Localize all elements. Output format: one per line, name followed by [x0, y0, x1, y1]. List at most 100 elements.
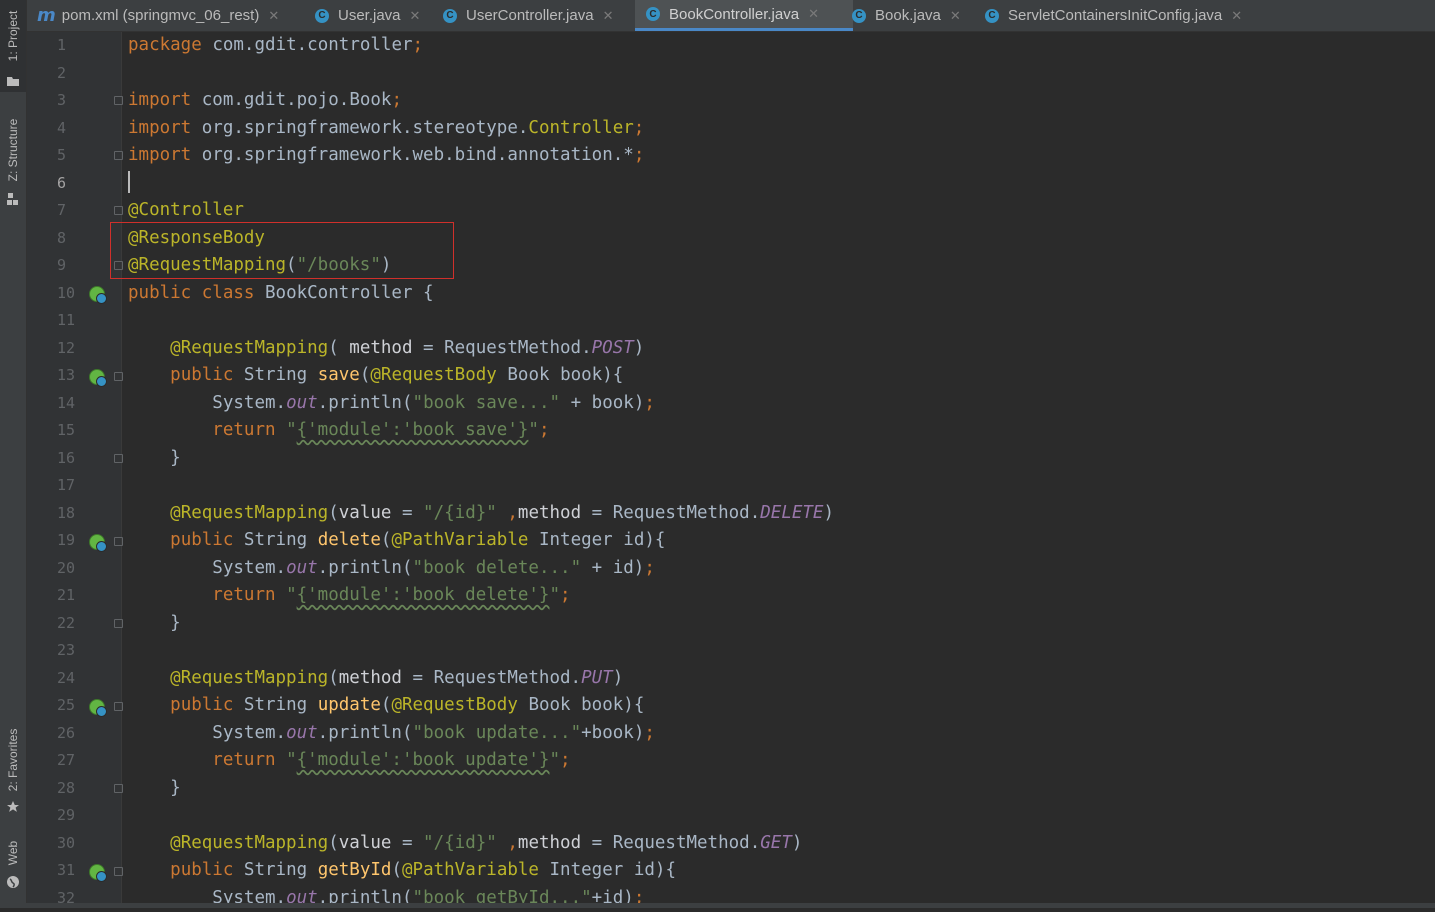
gutter-separator — [121, 32, 122, 908]
class-icon: C — [646, 7, 660, 21]
line-number: 7 — [57, 201, 67, 219]
code-line[interactable]: import org.springframework.stereotype.Co… — [128, 115, 644, 142]
line-number: 5 — [57, 146, 67, 164]
code-line[interactable]: public String getById(@PathVariable Inte… — [128, 857, 676, 884]
line-number: 2 — [57, 63, 67, 82]
line-number: 13 — [57, 366, 76, 384]
code-line[interactable]: return "{'module':'book update'}"; — [128, 747, 570, 774]
line-number: 14 — [57, 393, 76, 412]
line-number: 11 — [57, 311, 76, 329]
code-line[interactable]: package com.gdit.controller; — [128, 32, 423, 59]
line-number: 17 — [57, 476, 76, 494]
fold-marker-icon[interactable] — [114, 206, 123, 215]
project-tool-button[interactable]: 1: Project — [0, 0, 26, 92]
tool-window-stripe: 1: Project Z: Structure 2: Favorites Web — [0, 0, 27, 908]
code-line[interactable]: public String update(@RequestBody Book b… — [128, 692, 644, 719]
code-line[interactable]: return "{'module':'book save'}"; — [128, 417, 549, 444]
highlight-annotation-box — [110, 222, 454, 279]
line-number: 9 — [57, 256, 67, 274]
fold-marker-icon[interactable] — [114, 537, 123, 546]
line-number: 15 — [57, 421, 76, 439]
favorites-tool-label: 2: Favorites — [6, 728, 20, 792]
spring-request-mapping-icon[interactable] — [89, 534, 107, 552]
close-icon[interactable]: ✕ — [808, 6, 819, 22]
class-icon: C — [443, 8, 457, 23]
code-line[interactable]: System.out.println("book delete..." + id… — [128, 555, 655, 582]
text-caret — [128, 171, 130, 193]
code-line[interactable]: } — [128, 775, 181, 802]
line-number: 19 — [57, 531, 76, 549]
code-line[interactable]: @RequestMapping(value = "/{id}" ,method … — [128, 830, 802, 857]
code-line[interactable]: @RequestMapping(method = RequestMethod.P… — [128, 665, 623, 692]
close-icon[interactable]: ✕ — [268, 8, 279, 24]
class-icon: C — [315, 8, 329, 23]
class-icon: C — [985, 8, 999, 23]
code-line[interactable]: @Controller — [128, 197, 244, 224]
line-number: 1 — [57, 36, 67, 54]
close-icon[interactable]: ✕ — [1231, 8, 1242, 24]
star-icon — [7, 801, 19, 812]
tab-label: BookController.java — [669, 5, 800, 23]
line-number: 26 — [57, 723, 76, 742]
structure-tool-button[interactable]: Z: Structure — [0, 108, 26, 208]
line-number: 22 — [57, 613, 76, 632]
code-editor[interactable]: package com.gdit.controller; import com.g… — [128, 32, 1428, 908]
web-tool-button[interactable]: Web — [0, 835, 26, 895]
project-tool-label: 1: Project — [6, 10, 20, 62]
spring-bean-icon[interactable] — [89, 286, 107, 304]
line-number: 23 — [57, 641, 76, 659]
fold-marker-icon[interactable] — [114, 454, 123, 463]
tab-bookcontroller-java[interactable]: C BookController.java ✕ — [635, 0, 853, 31]
folder-icon — [7, 77, 19, 86]
close-icon[interactable]: ✕ — [410, 8, 421, 24]
code-line[interactable]: @RequestMapping(value = "/{id}" ,method … — [128, 500, 834, 527]
code-line[interactable]: System.out.println("book update..."+book… — [128, 720, 655, 747]
fold-marker-icon[interactable] — [114, 96, 123, 105]
tab-usercontroller-java[interactable]: C UserController.java ✕ — [443, 0, 613, 31]
code-line[interactable]: return "{'module':'book delete'}"; — [128, 582, 570, 609]
structure-tool-label: Z: Structure — [6, 118, 20, 182]
structure-icon — [7, 193, 18, 205]
tab-user-java[interactable]: C User.java ✕ — [315, 0, 420, 31]
fold-marker-icon[interactable] — [114, 784, 123, 793]
fold-marker-icon[interactable] — [114, 372, 123, 381]
spring-request-mapping-icon[interactable] — [89, 699, 107, 717]
editor-gutter: 1 2 3 4 5 6 7 8 9 10 11 12 13 14 15 16 1… — [27, 32, 122, 908]
tab-label: User.java — [338, 7, 401, 24]
line-number: 3 — [57, 91, 67, 109]
tab-servletcontainersinitconfig-java[interactable]: C ServletContainersInitConfig.java ✕ — [985, 0, 1242, 31]
line-number-current: 6 — [57, 173, 67, 192]
line-number: 25 — [57, 696, 76, 714]
fold-marker-icon[interactable] — [114, 702, 123, 711]
line-number: 4 — [57, 118, 67, 137]
fold-marker-icon[interactable] — [114, 619, 123, 628]
code-line[interactable]: public class BookController { — [128, 280, 434, 307]
favorites-tool-button[interactable]: 2: Favorites — [0, 720, 26, 820]
tab-book-java[interactable]: C Book.java ✕ — [852, 0, 961, 31]
spring-request-mapping-icon[interactable] — [89, 864, 107, 882]
tab-pom-xml[interactable]: m pom.xml (springmvc_06_rest) ✕ — [37, 0, 279, 31]
code-line[interactable]: @RequestMapping( method = RequestMethod.… — [128, 335, 644, 362]
line-number: 28 — [57, 778, 76, 797]
maven-icon: m — [37, 5, 56, 26]
globe-icon — [7, 876, 19, 888]
code-line[interactable]: System.out.println("book save..." + book… — [128, 390, 655, 417]
line-number: 10 — [57, 283, 76, 302]
code-line[interactable]: public String save(@RequestBody Book boo… — [128, 362, 623, 389]
code-line[interactable]: public String delete(@PathVariable Integ… — [128, 527, 665, 554]
editor-tab-bar: m pom.xml (springmvc_06_rest) ✕ C User.j… — [27, 0, 1435, 32]
fold-marker-icon[interactable] — [114, 867, 123, 876]
fold-marker-icon[interactable] — [114, 151, 123, 160]
code-line[interactable]: } — [128, 445, 181, 472]
tab-label: Book.java — [875, 7, 941, 24]
code-line[interactable]: import com.gdit.pojo.Book; — [128, 87, 402, 114]
line-number: 12 — [57, 338, 76, 357]
close-icon[interactable]: ✕ — [603, 8, 614, 24]
class-icon: C — [852, 8, 866, 23]
close-icon[interactable]: ✕ — [950, 8, 961, 24]
code-line[interactable]: import org.springframework.web.bind.anno… — [128, 142, 644, 169]
tab-label: ServletContainersInitConfig.java — [1008, 7, 1223, 24]
spring-request-mapping-icon[interactable] — [89, 369, 107, 387]
line-number: 8 — [57, 228, 67, 247]
code-line[interactable]: } — [128, 610, 181, 637]
